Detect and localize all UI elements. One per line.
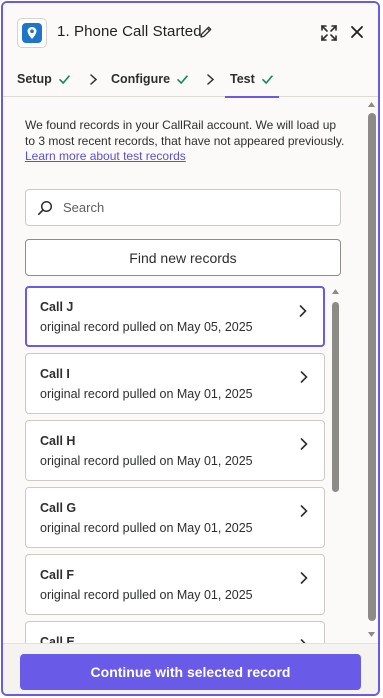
record-item[interactable]: Call H original record pulled on May 01,… — [25, 420, 325, 481]
scroll-down-icon[interactable] — [367, 631, 376, 638]
record-subtitle: original record pulled on May 05, 2025 — [40, 320, 253, 334]
chevron-right-icon — [300, 505, 308, 517]
close-icon[interactable] — [350, 25, 364, 39]
search-icon — [38, 200, 53, 215]
record-subtitle: original record pulled on May 01, 2025 — [40, 521, 253, 535]
scroll-up-icon[interactable] — [367, 101, 376, 108]
tab-label: Test — [230, 72, 255, 86]
chevron-right-icon — [300, 371, 308, 383]
chevron-right-icon — [299, 305, 307, 317]
intro-paragraph: We found records in your CallRail accoun… — [25, 118, 345, 148]
record-item[interactable]: Call G original record pulled on May 01,… — [25, 487, 325, 548]
record-item[interactable]: Call E — [25, 621, 325, 643]
panel-scrollbar[interactable] — [367, 99, 377, 643]
record-item[interactable]: Call F original record pulled on May 01,… — [25, 554, 325, 615]
scrollbar-thumb[interactable] — [368, 113, 376, 621]
panel-footer: Continue with selected record — [3, 643, 378, 694]
app-icon — [17, 18, 47, 48]
search-box[interactable] — [25, 189, 341, 226]
record-name: Call E — [40, 635, 75, 643]
record-subtitle: original record pulled on May 01, 2025 — [40, 454, 253, 468]
record-name: Call J — [40, 300, 74, 314]
expand-icon[interactable] — [320, 24, 338, 42]
pencil-icon[interactable] — [199, 25, 213, 39]
check-icon — [58, 74, 70, 84]
panel-header: 1. Phone Call Started — [3, 3, 378, 61]
scroll-up-icon[interactable] — [331, 288, 340, 295]
intro-text: We found records in your CallRail accoun… — [25, 118, 345, 165]
record-subtitle: original record pulled on May 01, 2025 — [40, 588, 253, 602]
record-name: Call I — [40, 367, 70, 381]
record-item[interactable]: Call I original record pulled on May 01,… — [25, 353, 325, 414]
step-title: 1. Phone Call Started — [57, 23, 202, 40]
tab-label: Setup — [17, 72, 52, 86]
record-name: Call F — [40, 568, 75, 582]
record-subtitle: original record pulled on May 01, 2025 — [40, 387, 253, 401]
find-new-records-button[interactable]: Find new records — [25, 239, 341, 276]
chevron-right-icon — [300, 572, 308, 584]
tab-label: Configure — [111, 72, 171, 86]
chevron-right-icon — [207, 74, 215, 85]
chevron-right-icon — [300, 438, 308, 450]
tab-test[interactable]: Test — [225, 69, 279, 98]
callrail-pin-icon — [22, 23, 42, 43]
step-editor-panel: 1. Phone Call Started Setup Configure Te… — [1, 1, 380, 696]
test-content: We found records in your CallRail accoun… — [3, 98, 369, 643]
check-icon — [261, 74, 273, 84]
tab-setup[interactable]: Setup — [17, 69, 71, 89]
chevron-right-icon — [90, 74, 98, 85]
tab-configure[interactable]: Configure — [111, 69, 189, 89]
continue-button[interactable]: Continue with selected record — [20, 654, 361, 690]
step-tabs: Setup Configure Test — [3, 61, 378, 98]
record-list-scrollbar[interactable] — [330, 288, 340, 643]
record-name: Call G — [40, 501, 77, 515]
scrollbar-thumb[interactable] — [332, 302, 339, 492]
check-icon — [177, 74, 188, 84]
learn-more-link[interactable]: Learn more about test records — [25, 149, 186, 163]
record-name: Call H — [40, 434, 76, 448]
record-item[interactable]: Call J original record pulled on May 05,… — [25, 286, 325, 347]
search-input[interactable] — [63, 200, 323, 215]
